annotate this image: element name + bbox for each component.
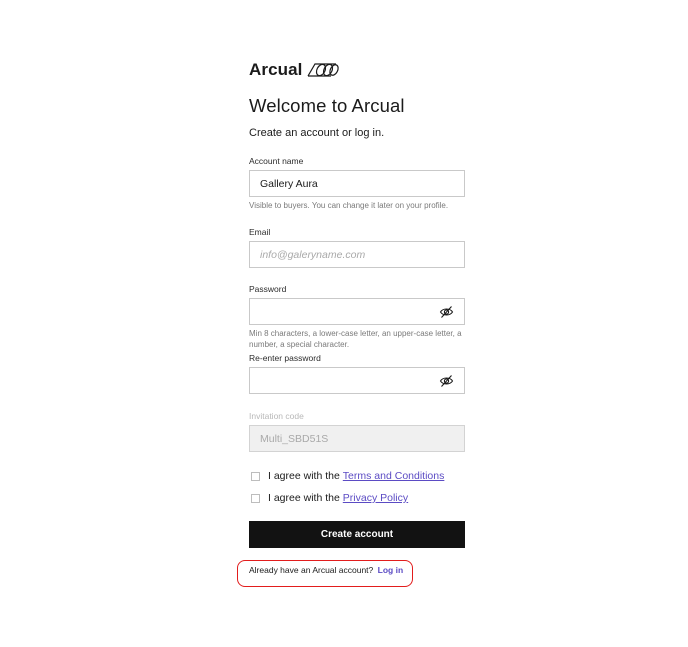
create-account-button[interactable]: Create account [249, 521, 465, 548]
page-subtitle: Create an account or log in. [249, 127, 385, 139]
terms-checkbox[interactable] [251, 471, 260, 481]
reenter-password-field-wrapper [249, 367, 465, 394]
privacy-agreement-text: I agree with the [268, 492, 340, 504]
eye-off-icon[interactable] [439, 305, 454, 319]
email-label: Email [249, 227, 271, 237]
invitation-code-input [250, 426, 464, 451]
account-name-label: Account name [249, 156, 304, 166]
invitation-code-field-wrapper [249, 425, 465, 452]
email-input[interactable] [250, 242, 464, 267]
privacy-agreement-row: I agree with the Privacy Policy [249, 491, 465, 505]
account-name-field-wrapper [249, 170, 465, 197]
password-input[interactable] [250, 299, 464, 324]
eye-off-icon[interactable] [439, 374, 454, 388]
reenter-password-label: Re-enter password [249, 353, 321, 363]
terms-agreement-row: I agree with the Terms and Conditions [249, 469, 465, 483]
password-label: Password [249, 284, 287, 294]
reenter-password-input[interactable] [250, 368, 464, 393]
privacy-policy-link[interactable]: Privacy Policy [343, 492, 408, 504]
privacy-checkbox[interactable] [251, 493, 260, 503]
arcual-mark-icon [306, 63, 339, 77]
invitation-code-label: Invitation code [249, 411, 304, 421]
login-highlight-annotation [237, 560, 413, 587]
page-title: Welcome to Arcual [249, 95, 405, 116]
account-name-hint: Visible to buyers. You can change it lat… [249, 201, 449, 210]
account-name-input[interactable] [250, 171, 464, 196]
terms-agreement-text: I agree with the [268, 470, 340, 482]
logo-text: Arcual [249, 60, 303, 79]
password-hint: Min 8 characters, a lower-case letter, a… [249, 329, 462, 349]
email-field-wrapper [249, 241, 465, 268]
signup-form: Arcual Welcome to Arcual Create an accou… [249, 60, 465, 575]
terms-and-conditions-link[interactable]: Terms and Conditions [343, 470, 445, 482]
arcual-logo: Arcual [249, 60, 465, 80]
password-field-wrapper [249, 298, 465, 325]
